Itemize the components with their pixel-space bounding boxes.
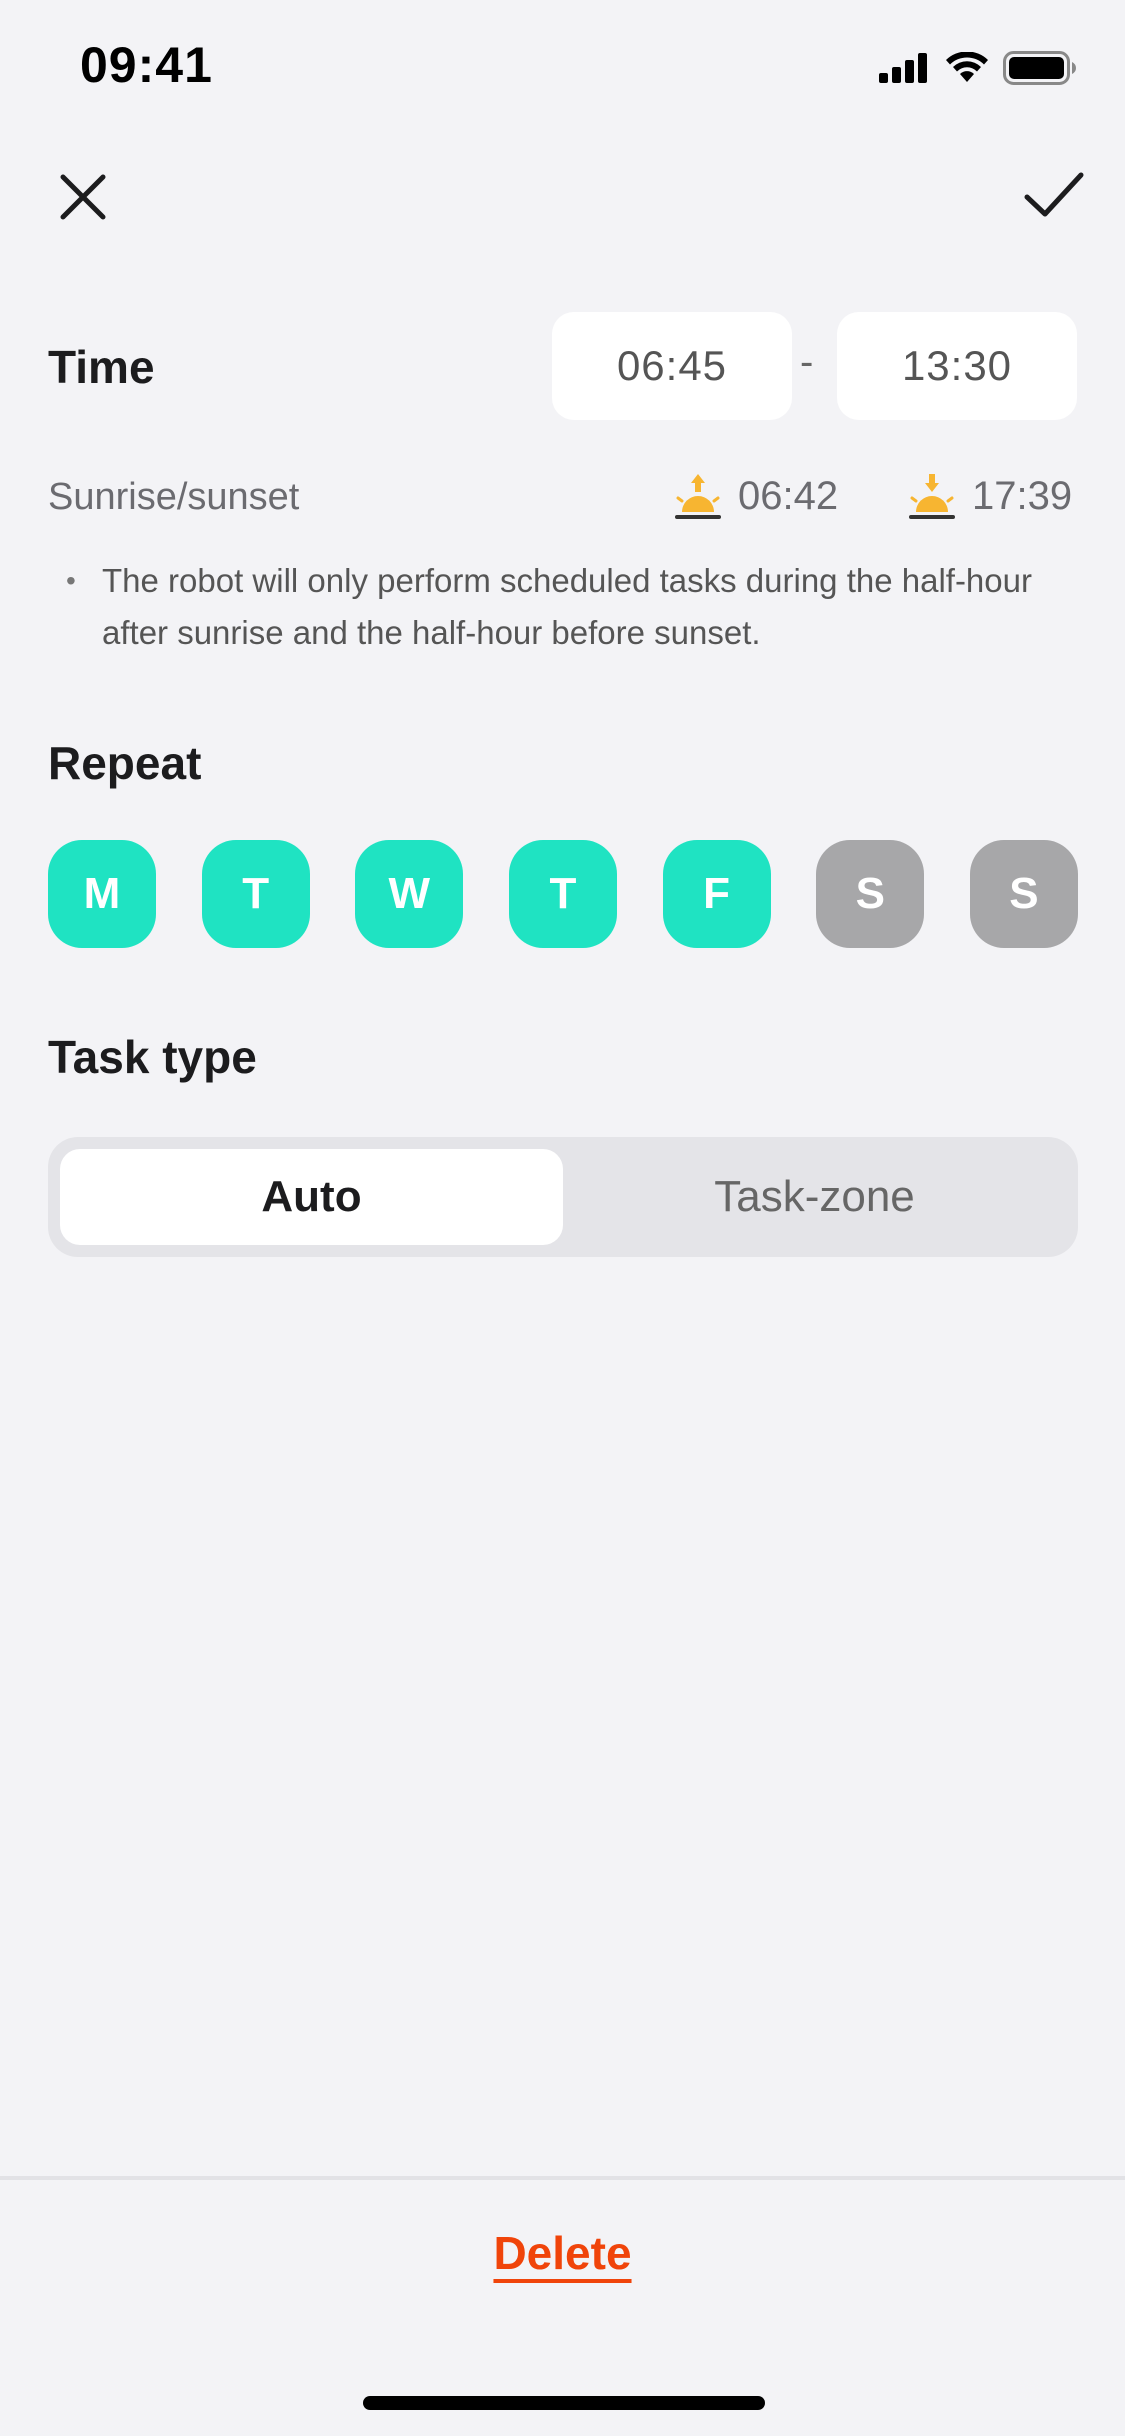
sunrise-sunset-label: Sunrise/sunset xyxy=(48,476,300,518)
time-separator: - xyxy=(800,340,814,384)
sunset-value: 17:39 xyxy=(972,473,1073,518)
task-type-segmented-control: Auto Task-zone xyxy=(48,1137,1078,1257)
status-time: 09:41 xyxy=(80,37,213,93)
repeat-days: M T W T F S S xyxy=(48,840,1078,948)
sunrise-note: • The robot will only perform scheduled … xyxy=(66,555,1076,659)
day-toggle-sunday[interactable]: S xyxy=(969,840,1078,948)
wifi-icon xyxy=(946,52,988,82)
note-text: The robot will only perform scheduled ta… xyxy=(102,562,1032,651)
task-type-task-zone[interactable]: Task-zone xyxy=(563,1149,1066,1245)
bullet-icon: • xyxy=(66,565,76,596)
day-toggle-wednesday[interactable]: W xyxy=(355,840,464,948)
checkmark-icon xyxy=(1024,172,1084,217)
cellular-signal-icon xyxy=(879,53,927,83)
sunrise-icon xyxy=(675,474,721,519)
day-toggle-thursday[interactable]: T xyxy=(508,840,617,948)
close-button[interactable] xyxy=(38,152,128,242)
footer-divider xyxy=(0,2176,1125,2180)
confirm-button[interactable] xyxy=(1009,150,1099,240)
start-time-picker[interactable]: 06:45 xyxy=(552,312,792,420)
day-toggle-tuesday[interactable]: T xyxy=(201,840,310,948)
close-icon xyxy=(60,174,106,220)
sunset-icon xyxy=(909,474,955,519)
sunrise-time: 06:42 xyxy=(672,468,838,524)
day-toggle-friday[interactable]: F xyxy=(662,840,771,948)
home-indicator xyxy=(363,2396,765,2410)
status-bar: 09:41 xyxy=(0,0,1125,132)
sunset-time: 17:39 xyxy=(906,468,1072,524)
delete-button[interactable]: Delete xyxy=(0,2226,1125,2280)
day-toggle-saturday[interactable]: S xyxy=(816,840,925,948)
task-type-auto[interactable]: Auto xyxy=(60,1149,563,1245)
day-toggle-monday[interactable]: M xyxy=(48,840,156,948)
repeat-title: Repeat xyxy=(48,737,202,789)
task-type-title: Task type xyxy=(48,1031,257,1083)
schedule-edit-screen: 09:41 Time 06:45 - 13:30 Sunrise/sunset … xyxy=(0,0,1125,2436)
status-icons xyxy=(879,48,1077,88)
end-time-picker[interactable]: 13:30 xyxy=(837,312,1077,420)
sunrise-value: 06:42 xyxy=(738,473,839,518)
battery-icon xyxy=(1003,51,1076,85)
time-label: Time xyxy=(48,341,155,393)
